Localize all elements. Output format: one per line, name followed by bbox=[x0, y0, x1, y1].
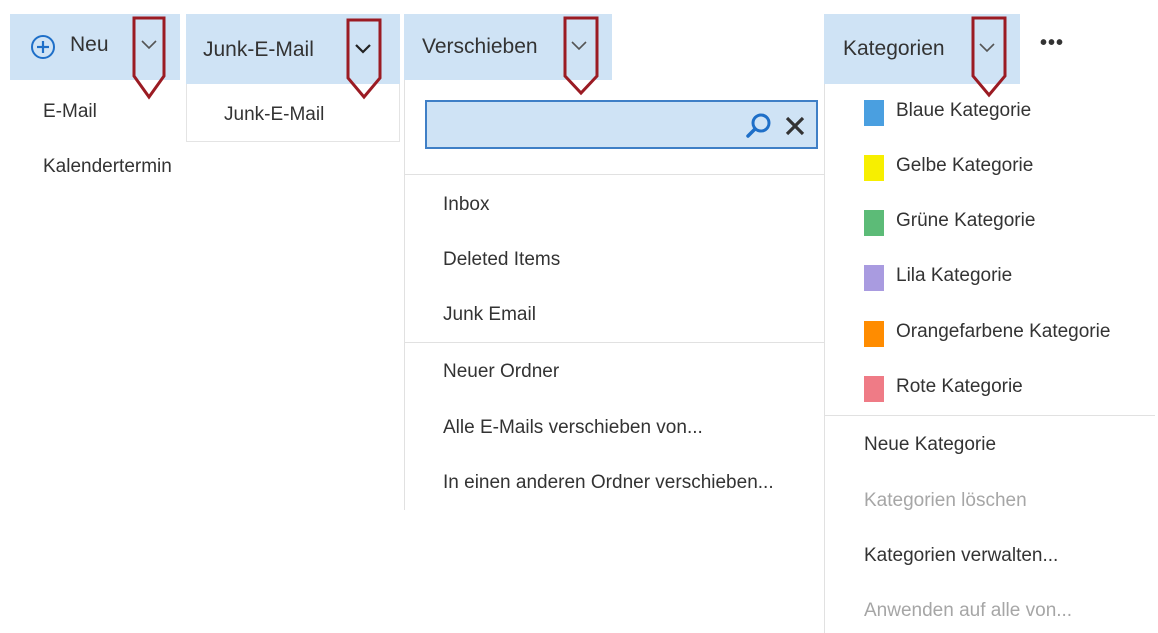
plus-circle-icon bbox=[30, 34, 56, 60]
folder-search-input[interactable] bbox=[433, 110, 737, 140]
verschieben-label: Verschieben bbox=[422, 35, 538, 58]
menu-item-anwenden-auf-alle: Anwenden auf alle von... bbox=[864, 600, 1073, 621]
menu-item-neuer-ordner[interactable]: Neuer Ordner bbox=[443, 361, 559, 383]
menu-item-kalendertermin[interactable]: Kalendertermin bbox=[43, 156, 172, 178]
menu-item-junk-email[interactable]: Junk-E-Mail bbox=[224, 104, 324, 126]
category-swatch bbox=[864, 376, 884, 402]
category-item[interactable]: Rote Kategorie bbox=[825, 372, 1155, 406]
neu-label: Neu bbox=[70, 33, 109, 56]
folder-search-box bbox=[425, 100, 818, 149]
category-item[interactable]: Lila Kategorie bbox=[825, 261, 1155, 295]
kategorien-menu: Blaue Kategorie Gelbe Kategorie Grüne Ka… bbox=[824, 84, 1155, 633]
category-label: Gelbe Kategorie bbox=[896, 155, 1034, 176]
verschieben-menu: Inbox Deleted Items Junk Email Neuer Ord… bbox=[404, 80, 827, 510]
category-item[interactable]: Gelbe Kategorie bbox=[825, 151, 1155, 185]
highlight-marker bbox=[971, 16, 1007, 98]
junk-label: Junk-E-Mail bbox=[203, 38, 314, 61]
folder-item-inbox[interactable]: Inbox bbox=[443, 194, 489, 216]
kategorien-label: Kategorien bbox=[843, 37, 945, 60]
close-icon[interactable] bbox=[784, 115, 806, 137]
category-swatch bbox=[864, 155, 884, 181]
menu-item-neue-kategorie[interactable]: Neue Kategorie bbox=[864, 434, 996, 456]
menu-item-alle-verschieben[interactable]: Alle E-Mails verschieben von... bbox=[443, 417, 703, 439]
menu-divider bbox=[405, 342, 827, 343]
folder-item-junk-email[interactable]: Junk Email bbox=[443, 304, 536, 326]
category-item[interactable]: Grüne Kategorie bbox=[825, 206, 1155, 240]
menu-item-anderen-ordner[interactable]: In einen anderen Ordner verschieben... bbox=[443, 472, 774, 494]
category-swatch bbox=[864, 100, 884, 126]
category-label: Rote Kategorie bbox=[896, 376, 1023, 397]
menu-item-email[interactable]: E-Mail bbox=[43, 101, 97, 123]
highlight-marker bbox=[132, 16, 166, 100]
category-label: Blaue Kategorie bbox=[896, 100, 1032, 121]
highlight-marker bbox=[563, 16, 599, 96]
category-item[interactable]: Orangefarbene Kategorie bbox=[825, 317, 1155, 351]
category-swatch bbox=[864, 321, 884, 347]
highlight-marker bbox=[346, 18, 382, 100]
menu-divider bbox=[405, 174, 827, 175]
menu-item-kategorien-verwalten[interactable]: Kategorien verwalten... bbox=[864, 545, 1058, 567]
search-icon[interactable] bbox=[745, 112, 773, 140]
category-label: Lila Kategorie bbox=[896, 265, 1013, 286]
category-label: Grüne Kategorie bbox=[896, 210, 1036, 231]
more-icon[interactable]: ••• bbox=[1040, 32, 1064, 55]
menu-item-kategorien-loeschen: Kategorien löschen bbox=[864, 490, 1027, 511]
category-swatch bbox=[864, 265, 884, 291]
category-item[interactable]: Blaue Kategorie bbox=[825, 96, 1155, 130]
category-swatch bbox=[864, 210, 884, 236]
folder-item-deleted-items[interactable]: Deleted Items bbox=[443, 249, 560, 271]
menu-divider bbox=[825, 415, 1155, 416]
category-label: Orangefarbene Kategorie bbox=[896, 321, 1111, 342]
